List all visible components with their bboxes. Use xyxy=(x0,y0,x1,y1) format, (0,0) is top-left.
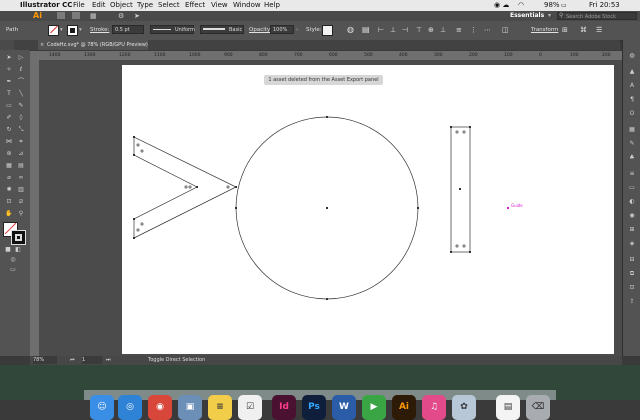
live-corner-widget[interactable] xyxy=(140,149,144,153)
anchor-point[interactable] xyxy=(133,136,135,138)
anchor-point[interactable] xyxy=(133,218,135,220)
last-artboard-icon[interactable]: ⏭ xyxy=(106,356,111,365)
transform-panel-icon[interactable]: ⊡ xyxy=(627,284,637,292)
color-panel-icon[interactable]: ▲ xyxy=(627,68,637,76)
zoom-field[interactable]: 78% xyxy=(33,356,57,364)
dock-reminders-icon[interactable]: ☑ xyxy=(238,395,262,420)
anchor-point[interactable] xyxy=(469,251,471,253)
symbols-panel-icon[interactable]: ♣ xyxy=(627,154,637,162)
dock-illustrator-icon[interactable]: Ai xyxy=(392,395,416,420)
status-tool-name[interactable]: Toggle Direct Selection xyxy=(148,356,205,365)
live-corner-widget[interactable] xyxy=(184,185,188,189)
dock-trash-icon[interactable]: ⌫ xyxy=(526,395,550,420)
appearance-panel-icon[interactable]: ◉ xyxy=(627,212,637,220)
dock-finder-icon[interactable]: ☺ xyxy=(90,395,114,420)
live-corner-widget[interactable] xyxy=(455,244,459,248)
live-corner-widget[interactable] xyxy=(462,244,466,248)
smart-guide-point xyxy=(507,207,509,209)
paragraph-panel-icon[interactable]: ¶ xyxy=(627,96,637,104)
live-corner-widget[interactable] xyxy=(455,130,459,134)
anchor-point[interactable] xyxy=(133,237,135,239)
anchor-point[interactable] xyxy=(450,251,452,253)
swatches-panel-icon[interactable]: ▦ xyxy=(627,126,637,134)
gradient-panel-icon[interactable]: ▭ xyxy=(627,184,637,192)
live-corner-widget[interactable] xyxy=(136,228,140,232)
live-corner-widget[interactable] xyxy=(226,185,230,189)
center-point xyxy=(326,207,328,209)
notification-toast: 1 asset deleted from the Asset Export pa… xyxy=(264,75,383,85)
status-bar: 78% ⏮ 1 ⏭ Toggle Direct Selection xyxy=(30,356,622,365)
layers-panel-icon[interactable]: ◈ xyxy=(627,240,637,248)
dock-safari-icon[interactable]: ◎ xyxy=(118,395,142,420)
live-corner-widget[interactable] xyxy=(462,130,466,134)
first-artboard-icon[interactable]: ⏮ xyxy=(70,356,75,365)
brushes-panel-icon[interactable]: ✎ xyxy=(627,140,637,148)
anchor-point[interactable] xyxy=(196,186,198,188)
live-corner-widget[interactable] xyxy=(188,185,192,189)
asset-export-panel-icon[interactable]: ⇪ xyxy=(627,298,637,306)
anchor-point[interactable] xyxy=(326,116,328,118)
opentype-panel-icon[interactable]: O xyxy=(627,110,637,118)
dock-itunes-icon[interactable]: ♫ xyxy=(422,395,446,420)
libraries-icon[interactable]: ◍ xyxy=(627,52,637,60)
anchor-point[interactable] xyxy=(235,207,237,209)
anchor-point[interactable] xyxy=(133,154,135,156)
artboard-number-field[interactable]: 1 xyxy=(82,356,102,364)
dock-preview-icon[interactable]: ▣ xyxy=(178,395,202,420)
transparency-panel-icon[interactable]: ◐ xyxy=(627,198,637,206)
dock-documents-icon[interactable]: ▤ xyxy=(496,395,520,420)
artwork-layer: Guide xyxy=(133,116,523,300)
dock-facetime-icon[interactable]: ▶ xyxy=(362,395,386,420)
anchor-point[interactable] xyxy=(417,207,419,209)
collapsed-panels-dock: ◍ ▲ A ¶ O ▦ ✎ ♣ ≡ ▭ ◐ ◉ ⊞ ◈ ⊟ ⧉ ⊡ ⇪ xyxy=(622,40,640,356)
dock-indesign-icon[interactable]: Id xyxy=(272,395,296,420)
center-point xyxy=(459,188,461,190)
stroke-panel-icon[interactable]: ≡ xyxy=(627,170,637,178)
anchor-point[interactable] xyxy=(469,126,471,128)
align-panel-icon[interactable]: ⊟ xyxy=(627,256,637,264)
dock-photos-icon[interactable]: ✿ xyxy=(452,395,476,420)
pathfinder-panel-icon[interactable]: ⧉ xyxy=(627,270,637,278)
anchor-point[interactable] xyxy=(450,126,452,128)
character-panel-icon[interactable]: A xyxy=(627,82,637,90)
graphic-styles-panel-icon[interactable]: ⊞ xyxy=(627,226,637,234)
live-corner-widget[interactable] xyxy=(140,222,144,226)
dock-notes-icon[interactable]: ≡ xyxy=(208,395,232,420)
live-corner-widget[interactable] xyxy=(136,143,140,147)
smart-guide-label: Guide xyxy=(511,203,523,208)
anchor-point[interactable] xyxy=(326,298,328,300)
dock-word-icon[interactable]: W xyxy=(332,395,356,420)
dock-photoshop-icon[interactable]: Ps xyxy=(302,395,326,420)
dock-chrome-icon[interactable]: ◉ xyxy=(148,395,172,420)
anchor-point[interactable] xyxy=(235,186,237,188)
